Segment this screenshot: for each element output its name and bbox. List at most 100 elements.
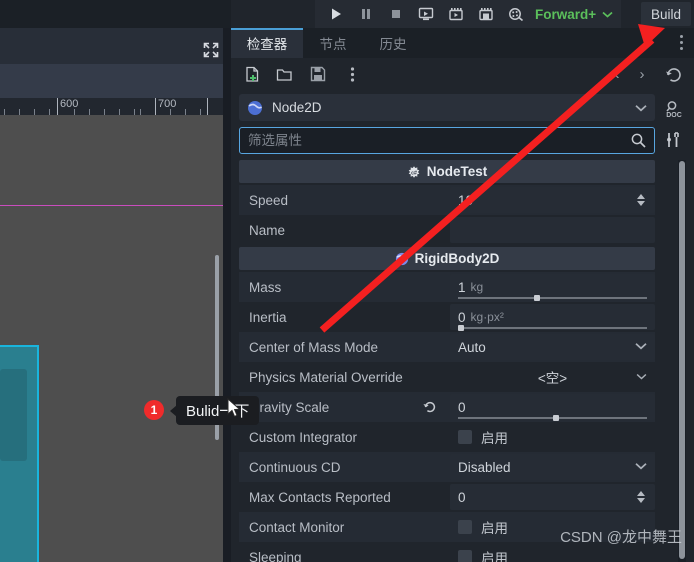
checkbox-contact-monitor[interactable]	[458, 520, 472, 534]
filter-properties-row[interactable]	[239, 127, 655, 154]
value-unit: kg	[470, 280, 484, 294]
rigidbody2d-icon	[395, 252, 408, 265]
scene-object-teal-panel[interactable]	[0, 345, 39, 562]
value-text: 0	[458, 399, 466, 415]
tab-history[interactable]: 历史	[363, 28, 423, 58]
checkbox-custom-integrator[interactable]	[458, 430, 472, 444]
svg-text:c#: c#	[411, 170, 417, 176]
history-back-button[interactable]: ‹	[607, 64, 627, 84]
inspector-scrollbar[interactable]	[679, 161, 685, 559]
build-button[interactable]: Build	[640, 2, 691, 26]
category-header-nodetest[interactable]: c# NodeTest	[239, 160, 655, 183]
value-text: Auto	[458, 339, 486, 355]
viewport-canvas[interactable]	[0, 115, 223, 562]
new-resource-icon[interactable]	[241, 64, 263, 84]
property-row-custom-integrator[interactable]: Custom Integrator 启用	[239, 422, 655, 452]
property-value-contact-monitor[interactable]: 启用	[450, 514, 655, 540]
open-resource-icon[interactable]	[273, 64, 295, 84]
property-value-mass[interactable]: 1 kg	[450, 274, 655, 301]
ruler-label-700: 700	[158, 98, 177, 110]
property-row-continuous-cd[interactable]: Continuous CD Disabled	[239, 452, 655, 482]
checkbox-label: 启用	[481, 431, 508, 446]
panel-divider[interactable]	[223, 28, 231, 562]
viewport-toolbar	[0, 64, 223, 98]
property-value-sleeping[interactable]: 启用	[450, 544, 655, 562]
property-value-custom-integrator[interactable]: 启用	[450, 424, 655, 450]
value-slider[interactable]	[458, 415, 647, 421]
object-tools-icon[interactable]	[663, 129, 685, 151]
property-row-max-contacts-reported[interactable]: Max Contacts Reported 0	[239, 482, 655, 512]
selected-node-row[interactable]: Node2D	[239, 94, 655, 121]
pause-icon[interactable]	[351, 2, 381, 26]
property-value-continuous-cd[interactable]: Disabled	[450, 454, 655, 480]
movie-write-icon[interactable]	[471, 2, 501, 26]
property-value-name[interactable]	[450, 217, 655, 243]
chevron-down-icon[interactable]	[635, 100, 647, 115]
value-text: 10	[458, 192, 474, 208]
history-forward-label: ›	[639, 65, 645, 83]
node2d-icon	[248, 100, 262, 115]
checkbox-label: 启用	[481, 551, 508, 562]
value-text: 0	[458, 489, 466, 505]
property-value-physics-material-override[interactable]: <空>	[450, 364, 655, 390]
renderer-selector[interactable]: Forward+	[527, 0, 622, 28]
history-back-label: ‹	[614, 65, 620, 83]
property-row-physics-material-override[interactable]: Physics Material Override <空>	[239, 362, 655, 392]
history-forward-button[interactable]: ›	[632, 64, 652, 84]
property-row-center-of-mass-mode[interactable]: Center of Mass Mode Auto	[239, 332, 655, 362]
category-header-rigidbody2d[interactable]: RigidBody2D	[239, 247, 655, 270]
spinner-icon[interactable]	[635, 489, 647, 506]
property-value-center-of-mass-mode[interactable]: Auto	[450, 334, 655, 360]
revert-icon[interactable]	[421, 398, 439, 416]
history-icon[interactable]	[663, 64, 685, 86]
scene-object-inner	[0, 369, 27, 461]
property-value-inertia[interactable]: 0 kg·px²	[450, 304, 655, 331]
property-name: Continuous CD	[249, 459, 341, 475]
tab-node[interactable]: 节点	[303, 28, 363, 58]
property-name: Custom Integrator	[249, 429, 358, 445]
property-row-speed[interactable]: Speed 10	[239, 185, 655, 215]
viewport-boundary-line	[0, 205, 223, 206]
property-row-name[interactable]: Name	[239, 215, 655, 245]
property-name: Gravity Scale	[249, 399, 330, 415]
csharp-script-icon: c#	[408, 165, 420, 178]
chevron-down-icon[interactable]	[636, 371, 647, 383]
expand-icon[interactable]	[203, 42, 219, 58]
ruler-label-600: 600	[60, 98, 79, 110]
resource-menu-icon[interactable]	[341, 64, 363, 84]
play-icon[interactable]	[321, 2, 351, 26]
value-slider[interactable]	[458, 295, 647, 301]
main-toolbar: Forward+ Build	[231, 0, 694, 28]
value-slider[interactable]	[458, 325, 647, 331]
spinner-icon[interactable]	[635, 192, 647, 209]
inspector-menu-icon[interactable]	[680, 35, 684, 51]
property-value-speed[interactable]: 10	[450, 187, 655, 213]
value-text: 0	[458, 309, 466, 325]
search-icon[interactable]	[631, 133, 646, 148]
movie-play-icon[interactable]	[441, 2, 471, 26]
property-value-gravity-scale[interactable]: 0	[450, 394, 655, 421]
chevron-down-icon	[602, 11, 613, 18]
value-text: <空>	[537, 371, 568, 386]
property-name: Inertia	[249, 309, 287, 325]
property-name: Max Contacts Reported	[249, 489, 391, 505]
property-value-max-contacts-reported[interactable]: 0	[450, 484, 655, 510]
property-name: Physics Material Override	[249, 369, 403, 385]
open-docs-icon[interactable]: DOC	[663, 98, 685, 120]
play-scene-icon[interactable]	[411, 2, 441, 26]
property-name: Mass	[249, 279, 282, 295]
svg-text:DOC: DOC	[666, 112, 682, 119]
property-row-mass[interactable]: Mass 1 kg	[239, 272, 655, 302]
property-row-inertia[interactable]: Inertia 0 kg·px²	[239, 302, 655, 332]
property-row-contact-monitor[interactable]: Contact Monitor 启用	[239, 512, 655, 542]
stop-icon[interactable]	[381, 2, 411, 26]
chevron-down-icon[interactable]	[635, 461, 647, 473]
tab-inspector[interactable]: 检查器	[231, 28, 303, 58]
checkbox-sleeping[interactable]	[458, 550, 472, 562]
search-input[interactable]	[248, 133, 631, 148]
property-row-sleeping[interactable]: Sleeping 启用	[239, 542, 655, 562]
chevron-down-icon[interactable]	[635, 341, 647, 353]
tab-inspector-label: 检查器	[246, 37, 288, 52]
save-resource-icon[interactable]	[307, 64, 329, 84]
property-row-gravity-scale[interactable]: Gravity Scale 0	[239, 392, 655, 422]
